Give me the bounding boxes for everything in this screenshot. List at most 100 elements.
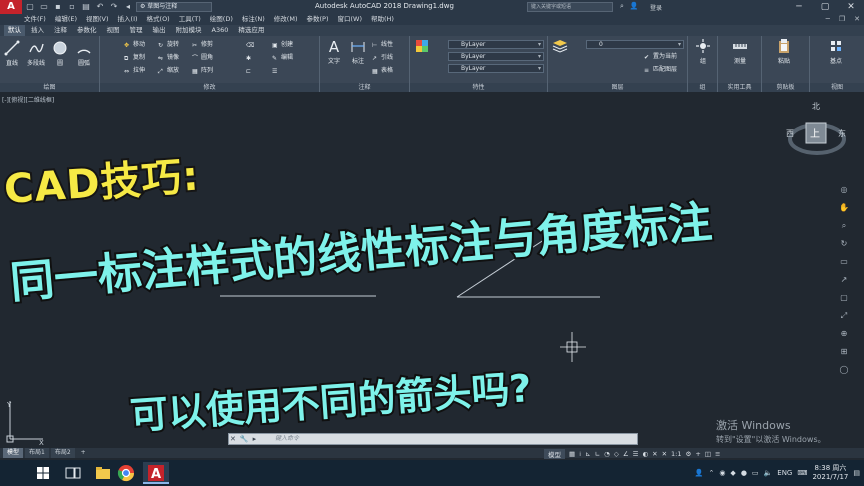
view-cube-top-face[interactable]: 上 (810, 125, 820, 140)
view-cube-east[interactable]: 东 (838, 128, 846, 139)
drawing-canvas[interactable]: [-][俯视][二维线框] CAD技巧: 同一标注样式的线性标注与角度标注 可以… (0, 92, 864, 447)
nav-extra4-icon[interactable]: ⊕ (837, 328, 851, 340)
erase-button[interactable]: ⌫ (246, 41, 255, 49)
paste-button[interactable]: 粘贴 (774, 38, 794, 65)
rotate-button[interactable]: ↻ 旋转 (158, 41, 179, 49)
linear-dim-button[interactable]: ⊢ 线性 (372, 41, 393, 49)
linetype-combo[interactable]: ByLayer (448, 52, 544, 61)
menu-format[interactable]: 格式(O) (145, 14, 172, 25)
menu-insert[interactable]: 插入(I) (116, 14, 140, 25)
nav-pan-icon[interactable]: ✋ (837, 202, 851, 214)
nav-extra1-icon[interactable]: ↗ (837, 274, 851, 286)
open-file-icon[interactable]: ▭ (39, 2, 49, 12)
snap-icon[interactable]: ⁞ (579, 450, 581, 458)
tab-annotate[interactable]: 注释 (50, 25, 71, 36)
menu-tools[interactable]: 工具(T) (177, 14, 203, 25)
workspace-select[interactable]: ⚙ 草图与注释 (136, 2, 212, 12)
infer-icon[interactable]: ⊾ (585, 450, 590, 458)
base-point-button[interactable]: 基点 (826, 38, 846, 65)
undo-icon[interactable]: ↶ (95, 2, 105, 12)
minimize-icon[interactable]: ─ (786, 0, 812, 14)
copy-button[interactable]: ⧉ 复制 (124, 54, 145, 62)
tray-app2-icon[interactable]: ◆ (730, 469, 735, 477)
array-button[interactable]: ▦ 阵列 (192, 67, 213, 75)
polyline-button[interactable]: 多段线 (26, 40, 46, 67)
notifications-icon[interactable]: ▤ (853, 469, 860, 477)
tray-app3-icon[interactable]: ● (741, 469, 747, 477)
search-input[interactable]: 键入关键字或短语 (527, 2, 613, 12)
login-button[interactable]: 登录 (650, 3, 662, 12)
view-cube-west[interactable]: 西 (786, 128, 794, 139)
circle-button[interactable]: 圆 (50, 40, 70, 67)
menu-edit[interactable]: 编辑(E) (53, 14, 79, 25)
doc-minimize-icon[interactable]: ─ (826, 14, 830, 25)
stretch-button[interactable]: ⇔ 拉伸 (124, 67, 145, 75)
tab-view[interactable]: 视图 (103, 25, 124, 36)
print-icon[interactable]: ▤ (81, 2, 91, 12)
group-button[interactable]: 组 (693, 38, 713, 65)
tab-output[interactable]: 输出 (149, 25, 170, 36)
nav-extra2-icon[interactable]: ▢ (837, 292, 851, 304)
set-current-button[interactable]: ✔ 置为当前 (644, 53, 677, 61)
tray-chevron-icon[interactable]: ⌃ (708, 469, 714, 477)
nav-extra3-icon[interactable]: ⤢ (837, 310, 851, 322)
color-combo[interactable]: ByLayer (448, 40, 544, 49)
menu-parametric[interactable]: 参数(P) (304, 14, 330, 25)
menu-window[interactable]: 窗口(W) (335, 14, 364, 25)
nav-showmotion-icon[interactable]: ▭ (837, 256, 851, 268)
tab-layout1[interactable]: 布局1 (25, 448, 49, 458)
menu-help[interactable]: 帮助(H) (369, 14, 396, 25)
close-icon[interactable]: ✕ (838, 0, 864, 14)
save-as-icon[interactable]: ▫ (67, 2, 77, 12)
menu-dimension[interactable]: 标注(N) (240, 14, 267, 25)
settings-icon[interactable]: ⚙ (686, 450, 692, 458)
units-icon[interactable]: ◫ (705, 450, 711, 458)
tab-addins[interactable]: 附加模块 (172, 25, 206, 36)
text-button[interactable]: A 文字 (324, 38, 344, 65)
annotation-scale-value[interactable]: 1:1 (671, 450, 681, 458)
autocad-taskbar-item[interactable]: A (143, 462, 169, 484)
search-icon[interactable]: ⌕ (620, 2, 624, 11)
save-icon[interactable]: ▪ (53, 2, 63, 12)
otrack-icon[interactable]: ∠ (623, 450, 629, 458)
tab-a360[interactable]: A360 (208, 25, 233, 36)
lineweight-icon[interactable]: ☰ (633, 450, 639, 458)
tab-default[interactable]: 默认 (4, 25, 25, 36)
view-cube-north[interactable]: 北 (812, 101, 820, 112)
transparency-icon[interactable]: ◐ (642, 450, 648, 458)
grid-icon[interactable]: ▦ (569, 450, 575, 458)
nav-extra5-icon[interactable]: ⊞ (837, 346, 851, 358)
layer-combo[interactable]: 0 (586, 40, 684, 49)
user-icon[interactable]: 👤 (630, 2, 639, 11)
language-indicator[interactable]: ENG (777, 469, 792, 477)
layer-properties-button[interactable] (550, 38, 570, 56)
tray-volume-icon[interactable]: 🔈 (764, 469, 773, 477)
nav-extra6-icon[interactable]: ◯ (837, 364, 851, 376)
match-layer-button[interactable]: ≡ 匹配图层 (644, 66, 677, 74)
arc-button[interactable]: 圆弧 (74, 40, 94, 67)
block-attr-button[interactable]: ☰ (272, 67, 281, 75)
tab-manage[interactable]: 管理 (126, 25, 147, 36)
tab-model[interactable]: 模型 (3, 448, 24, 458)
tab-parametric[interactable]: 参数化 (73, 25, 101, 36)
tab-insert[interactable]: 插入 (27, 25, 48, 36)
mirror-button[interactable]: ⇋ 镜像 (158, 54, 179, 62)
ime-icon[interactable]: ⌨ (797, 469, 807, 477)
new-file-icon[interactable]: ▢ (25, 2, 35, 12)
osnap-icon[interactable]: ◇ (614, 450, 619, 458)
offset-button[interactable]: ⊏ (246, 67, 255, 75)
command-input[interactable]: 键入命令 (275, 434, 299, 444)
lineweight-combo[interactable]: ByLayer (448, 64, 544, 73)
cmd-history-icon[interactable]: ▸ (253, 434, 257, 444)
nav-wheel-icon[interactable]: ◎ (837, 184, 851, 196)
measure-button[interactable]: 测量 (730, 38, 750, 65)
redo-icon[interactable]: ↷ (109, 2, 119, 12)
leader-button[interactable]: ↗ 引线 (372, 54, 393, 62)
doc-restore-icon[interactable]: ❐ (839, 14, 845, 25)
explode-button[interactable]: ✱ (246, 54, 255, 62)
annotation-visibility-icon[interactable]: ✕ (662, 450, 667, 458)
view-cube[interactable]: 北 西 东 上 (786, 101, 846, 171)
tray-user-icon[interactable]: 👤 (695, 469, 704, 477)
add-layout-button[interactable]: + (77, 448, 90, 458)
maximize-icon[interactable]: ▢ (812, 0, 838, 14)
